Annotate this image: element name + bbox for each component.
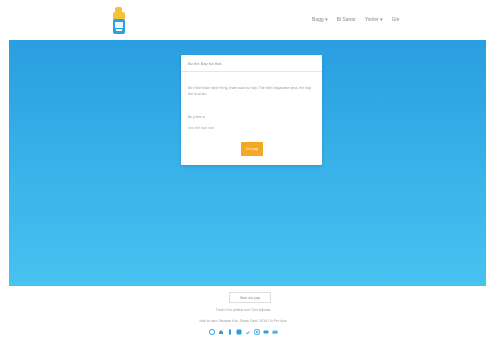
login-button[interactable]: Giri yap [241, 142, 263, 156]
phone-icon[interactable] [227, 329, 233, 335]
header: Bagg ▾ Bi Sanar Yonler ▾ Gin [0, 0, 486, 40]
nav-item-1[interactable]: Bagg ▾ [312, 17, 328, 23]
youtube-icon[interactable] [263, 329, 269, 335]
card-message: Bir h'the tham lame th'ng, tham saa nui … [188, 86, 312, 96]
footer-line-2: Nok is nam Tasarde Kat, Sinan Ozel; 2019… [199, 319, 287, 323]
top-nav: Bagg ▾ Bi Sanar Yonler ▾ Gin [312, 17, 399, 23]
card-label: Bu p'lem a [188, 115, 205, 119]
twitter-icon[interactable] [245, 329, 251, 335]
social-links [0, 329, 486, 335]
home-icon[interactable] [218, 329, 224, 335]
mail-icon[interactable] [271, 329, 278, 335]
nav-item-3[interactable]: Yonler ▾ [365, 17, 383, 23]
google-icon[interactable] [208, 329, 215, 335]
phone-bot-icon[interactable] [112, 7, 126, 34]
card-value: ben the ban mar [188, 126, 215, 130]
card-title: Bu the Bay Nu thai [188, 61, 222, 66]
card-divider [181, 71, 322, 72]
nav-item-2[interactable]: Bi Sanar [337, 17, 356, 23]
facebook-icon[interactable] [236, 329, 242, 335]
instagram-icon[interactable] [253, 329, 260, 335]
footer-line-1: Tuner Gru yetkisi tum Tum bijmaal [215, 308, 271, 312]
contact-button[interactable]: Bize ula yap [229, 292, 271, 303]
nav-item-4[interactable]: Gin [392, 17, 400, 23]
